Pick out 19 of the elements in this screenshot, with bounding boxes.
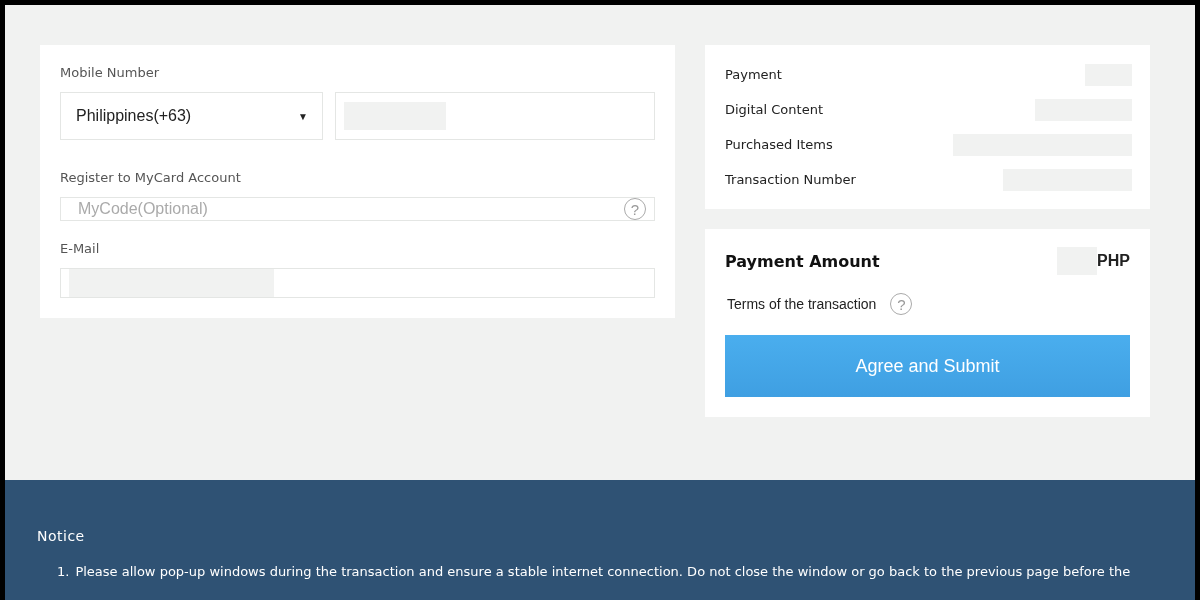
email-field[interactable] [60,268,655,298]
summary-label: Purchased Items [725,137,833,152]
currency-label: PHP [1097,252,1130,270]
field-label: Register to MyCard Account [60,170,242,185]
item-number: 1. [57,564,70,579]
notice-text: Please allow pop-up windows during the transaction and ensure a stable internet connection. Do not close the window or go back to the previous page before the [75,564,1131,579]
summary-label: Transaction Number [725,172,856,187]
notice-title: Notice [37,528,86,544]
country-select[interactable]: Philippines(+63) ▼ [60,92,323,140]
mycode-field[interactable]: MyCode(Optional) ? [60,197,655,221]
submit-button[interactable]: Agree and Submit [725,335,1130,397]
field-label: E-Mail [60,241,101,256]
summary-label: Payment [725,67,782,82]
terms-text: Terms of the transaction [727,296,877,312]
caret-icon: ▼ [298,110,314,122]
field-label: Mobile Number [60,65,160,80]
amount-label: Payment Amount [725,251,880,271]
phone-field[interactable] [335,92,655,140]
summary-label: Digital Content [725,102,823,117]
